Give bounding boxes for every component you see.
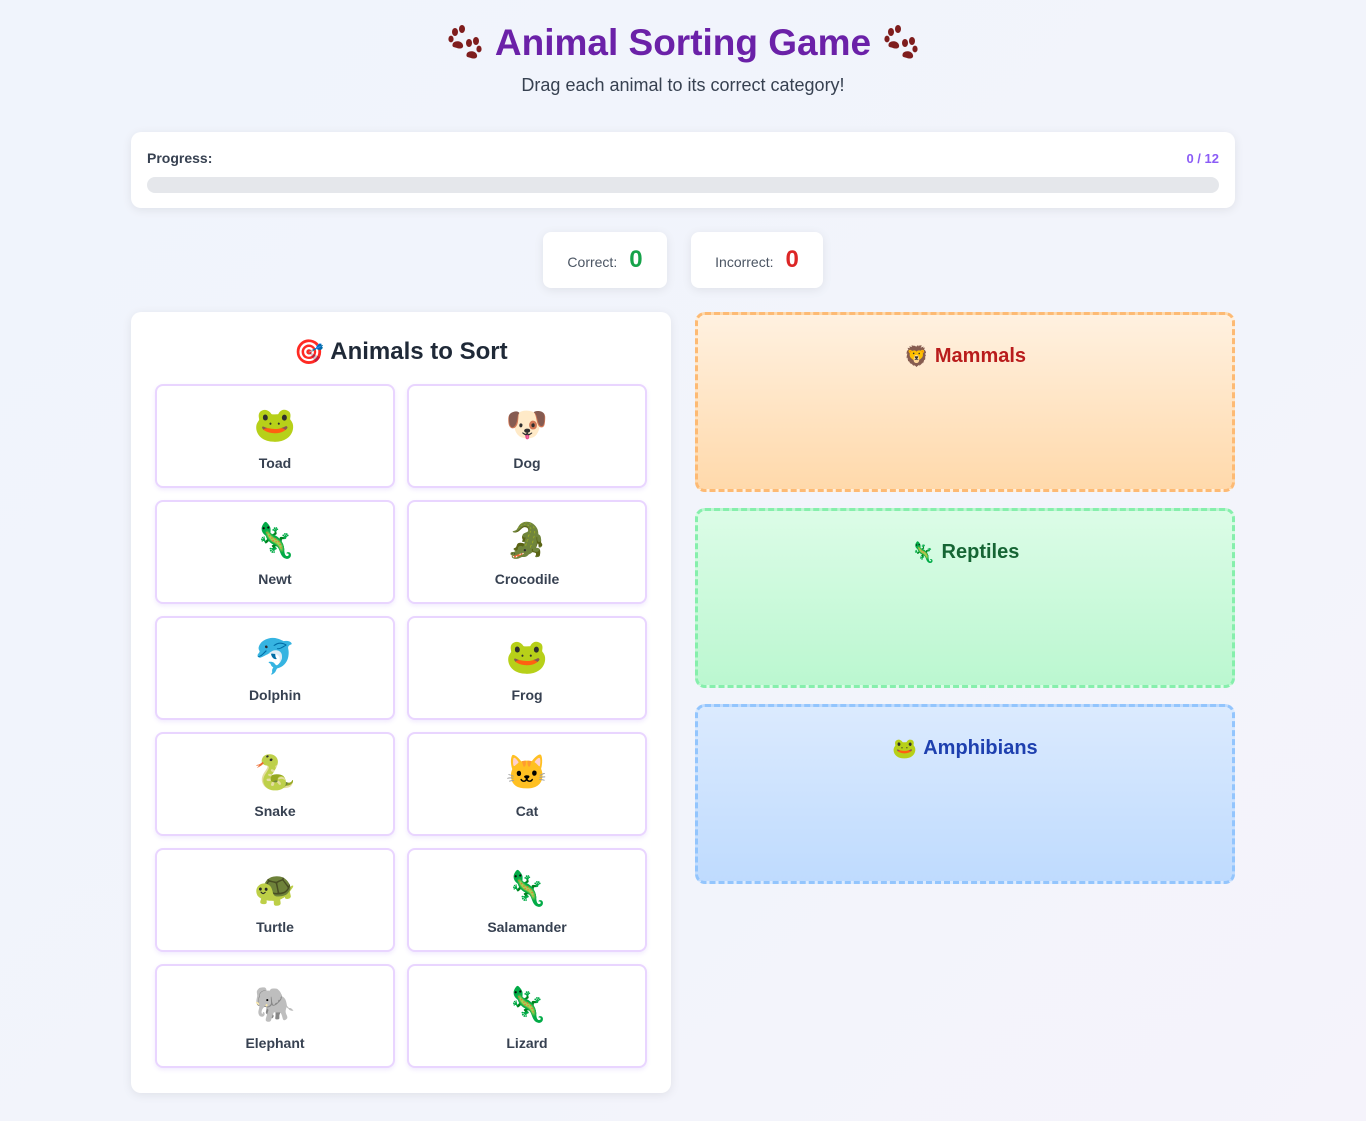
- frog-icon: 🐸: [505, 638, 549, 676]
- progress-count: 0 / 12: [1186, 150, 1219, 166]
- page-header: Animal Sorting Game Drag each animal to …: [0, 0, 1366, 96]
- drop-zone-title-text: Amphibians: [923, 737, 1038, 759]
- animal-card-toad[interactable]: 🐸 Toad: [155, 384, 395, 488]
- newt-icon: 🦎: [253, 522, 297, 560]
- drop-zone-title-text: Mammals: [934, 345, 1027, 367]
- paw-prints-icon: [884, 25, 918, 59]
- drop-zone-mammals[interactable]: 🦁 Mammals: [695, 312, 1235, 492]
- animal-name: Snake: [254, 803, 296, 819]
- animal-card-dog[interactable]: 🐶 Dog: [407, 384, 647, 488]
- animal-name: Lizard: [506, 1035, 548, 1051]
- animal-card-crocodile[interactable]: 🐊 Crocodile: [407, 500, 647, 604]
- drop-zone-title: 🐸 Amphibians: [698, 736, 1232, 761]
- progress-bar: [147, 177, 1219, 193]
- salamander-icon: 🦎: [505, 870, 549, 908]
- animals-panel-title-text: Animals to Sort: [330, 338, 508, 365]
- progress-label: Progress:: [147, 150, 213, 166]
- animal-card-snake[interactable]: 🐍 Snake: [155, 732, 395, 836]
- correct-score: Correct: 0: [543, 232, 667, 288]
- animal-card-dolphin[interactable]: 🐬 Dolphin: [155, 616, 395, 720]
- animal-card-cat[interactable]: 🐱 Cat: [407, 732, 647, 836]
- target-icon: 🎯: [294, 338, 325, 366]
- frog-icon: 🐸: [892, 738, 918, 760]
- title-text: Animal Sorting Game: [494, 22, 872, 63]
- animal-name: Crocodile: [494, 571, 560, 587]
- animal-name: Frog: [511, 687, 543, 703]
- elephant-icon: 🐘: [253, 986, 297, 1024]
- animal-card-lizard[interactable]: 🦎 Lizard: [407, 964, 647, 1068]
- animal-card-newt[interactable]: 🦎 Newt: [155, 500, 395, 604]
- crocodile-icon: 🐊: [505, 522, 549, 560]
- dog-icon: 🐶: [505, 406, 549, 444]
- dolphin-icon: 🐬: [253, 638, 297, 676]
- animal-name: Dolphin: [248, 687, 302, 703]
- animal-name: Dog: [513, 455, 541, 471]
- animals-panel-title: 🎯 Animals to Sort: [131, 338, 671, 366]
- lion-icon: 🦁: [903, 346, 929, 368]
- animals-panel: 🎯 Animals to Sort 🐸 Toad 🐶 Dog 🦎 Newt 🐊 …: [131, 312, 671, 1093]
- animal-name: Toad: [258, 455, 292, 471]
- incorrect-score-label: Incorrect:: [715, 254, 774, 270]
- lizard-icon: 🦎: [910, 542, 936, 564]
- correct-score-value: 0: [629, 246, 643, 273]
- animal-grid: 🐸 Toad 🐶 Dog 🦎 Newt 🐊 Crocodile 🐬 Dolphi…: [155, 384, 647, 1068]
- drop-zone-amphibians[interactable]: 🐸 Amphibians: [695, 704, 1235, 884]
- lizard-icon: 🦎: [505, 986, 549, 1024]
- correct-score-label: Correct:: [567, 254, 618, 270]
- drop-zone-title: 🦎 Reptiles: [698, 540, 1232, 565]
- page-title: Animal Sorting Game: [0, 21, 1366, 65]
- animal-name: Salamander: [487, 919, 567, 935]
- incorrect-score-value: 0: [785, 246, 799, 273]
- incorrect-score: Incorrect: 0: [691, 232, 823, 288]
- progress-card: Progress: 0 / 12: [131, 132, 1235, 208]
- animal-card-frog[interactable]: 🐸 Frog: [407, 616, 647, 720]
- drop-zone-reptiles[interactable]: 🦎 Reptiles: [695, 508, 1235, 688]
- animal-card-salamander[interactable]: 🦎 Salamander: [407, 848, 647, 952]
- animal-name: Turtle: [256, 919, 294, 935]
- animal-name: Elephant: [245, 1035, 305, 1051]
- page-subtitle: Drag each animal to its correct category…: [521, 75, 845, 95]
- paw-prints-icon: [448, 25, 482, 59]
- animal-name: Newt: [258, 571, 292, 587]
- drop-zone-title: 🦁 Mammals: [698, 344, 1232, 369]
- cat-icon: 🐱: [505, 754, 549, 792]
- toad-icon: 🐸: [253, 406, 297, 444]
- drop-zone-title-text: Reptiles: [941, 541, 1020, 563]
- animal-card-elephant[interactable]: 🐘 Elephant: [155, 964, 395, 1068]
- animal-card-turtle[interactable]: 🐢 Turtle: [155, 848, 395, 952]
- snake-icon: 🐍: [253, 754, 297, 792]
- animal-name: Cat: [515, 803, 539, 819]
- turtle-icon: 🐢: [253, 870, 297, 908]
